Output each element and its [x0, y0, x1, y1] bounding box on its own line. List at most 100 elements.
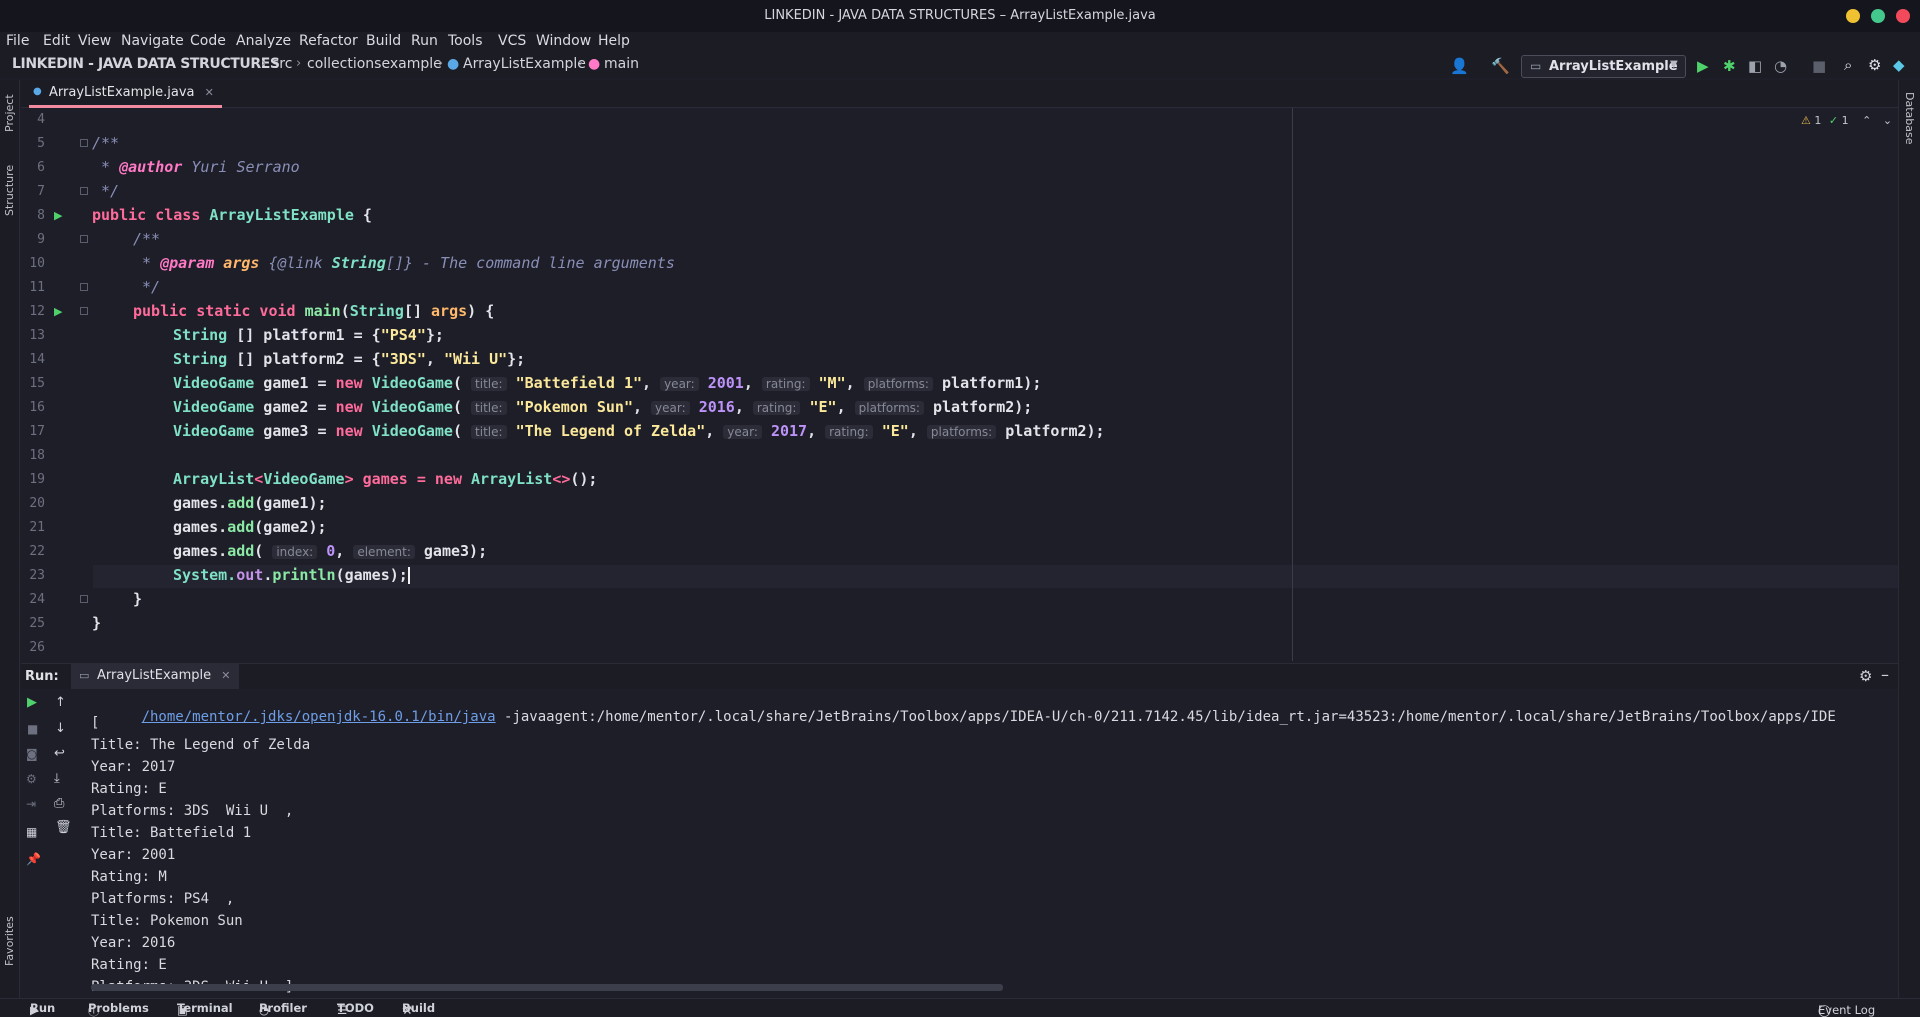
fold-marker-icon[interactable]: [80, 139, 88, 147]
code-line-20: games.add(game1);: [173, 494, 327, 512]
menu-help[interactable]: Help: [598, 33, 630, 49]
menu-file[interactable]: File: [6, 33, 29, 49]
toolbox-icon[interactable]: ◆: [1893, 57, 1905, 73]
run-tab-label: ArrayListExample: [97, 668, 212, 683]
breadcrumb-package[interactable]: collectionsexample: [307, 56, 442, 72]
line-number: 17: [29, 424, 45, 439]
menu-analyze[interactable]: Analyze: [236, 33, 291, 49]
code-line-11: */: [133, 278, 161, 296]
terminal-tool-button[interactable]: ▣ Terminal: [177, 1001, 233, 1017]
run-config-file-icon: ▭: [1530, 59, 1542, 73]
structure-tool-label[interactable]: Structure: [3, 165, 16, 216]
param-hint: year:: [651, 401, 690, 415]
line-number: 22: [29, 544, 45, 559]
code-line-6: * @author Yuri Serrano: [92, 158, 300, 176]
menu-edit[interactable]: Edit: [43, 33, 70, 49]
chevron-up-icon[interactable]: ⌃: [1862, 114, 1871, 127]
list-icon: ☰: [337, 1003, 348, 1017]
run-gutter-icon[interactable]: ▶: [54, 305, 62, 318]
coverage-icon[interactable]: ◧: [1748, 58, 1762, 74]
run-panel-body: ▶ ■ ◙ ⚙ ⇥ ▦ 📌 ↑ ↓ ↩ ⤓ ⎙ 🗑 /home/mentor/.…: [21, 689, 1898, 998]
code-line-25: }: [92, 614, 102, 632]
close-button[interactable]: [1896, 9, 1910, 23]
run-panel-header: Run: ▭ ArrayListExample ✕ ⚙ –: [21, 663, 1898, 690]
menu-run[interactable]: Run: [411, 33, 438, 49]
menu-vcs[interactable]: VCS: [498, 33, 526, 49]
command-args: -javaagent:/home/mentor/.local/share/Jet…: [495, 709, 1836, 725]
java-class-icon: ●: [33, 86, 42, 97]
build-tool-button[interactable]: ⚒ Build: [402, 1001, 435, 1017]
chevron-down-icon[interactable]: ⌄: [1883, 114, 1892, 127]
tab-label: ArrayListExample.java: [49, 85, 195, 100]
inspection-widget[interactable]: ⚠ 1 ✓ 1 ⌃ ⌄: [1801, 114, 1892, 127]
console-output[interactable]: /home/mentor/.jdks/openjdk-16.0.1/bin/ja…: [21, 689, 1898, 998]
fold-marker-icon[interactable]: [80, 235, 88, 243]
code-editor[interactable]: 4 5 6 7 8 9 10 11 12 13 14 15 16 17 18 1…: [21, 108, 1898, 661]
line-number: 6: [37, 160, 45, 175]
info-icon: ⓘ: [88, 1004, 100, 1017]
stop-icon[interactable]: ■: [1812, 58, 1826, 74]
output-line: Rating: E: [91, 957, 167, 973]
run-icon: ▶: [30, 1003, 39, 1017]
run-config-label: ArrayListExample: [1549, 59, 1678, 74]
todo-tool-button[interactable]: ☰ TODO: [337, 1001, 374, 1017]
run-tool-button[interactable]: ▶ Run: [30, 1001, 55, 1017]
fold-marker-icon[interactable]: [80, 595, 88, 603]
close-tab-icon[interactable]: ✕: [205, 86, 214, 99]
fold-marker-icon[interactable]: [80, 307, 88, 315]
code-line-9: /**: [133, 230, 161, 248]
class-icon: ●: [447, 56, 460, 72]
java-path-link[interactable]: /home/mentor/.jdks/openjdk-16.0.1/bin/ja…: [142, 709, 496, 725]
menu-view[interactable]: View: [78, 33, 111, 49]
breadcrumb-method[interactable]: main: [604, 56, 639, 72]
menu-navigate[interactable]: Navigate: [121, 33, 184, 49]
code-line-13: String [] platform1 = {"PS4"};: [173, 326, 444, 344]
tab-arraylistexample-java[interactable]: ● ArrayListExample.java ✕: [29, 80, 222, 108]
run-icon[interactable]: ▶: [1697, 58, 1709, 74]
param-hint: year:: [723, 425, 762, 439]
line-number: 5: [37, 136, 45, 151]
line-number: 16: [29, 400, 45, 415]
menu-window[interactable]: Window: [536, 33, 591, 49]
window-title: LINKEDIN - JAVA DATA STRUCTURES – ArrayL…: [764, 8, 1156, 23]
run-gutter-icon[interactable]: ▶: [54, 209, 62, 222]
code-line-16: VideoGame game2 = new VideoGame( title: …: [173, 398, 1033, 416]
run-config-icon: ▭: [79, 669, 90, 682]
fold-marker-icon[interactable]: [80, 283, 88, 291]
gear-icon[interactable]: ⚙: [1859, 667, 1872, 685]
output-line: Year: 2016: [91, 935, 176, 951]
build-hammer-icon[interactable]: 🔨: [1491, 58, 1510, 74]
favorites-tool-label[interactable]: Favorites: [3, 916, 16, 966]
breadcrumb-class[interactable]: ArrayListExample: [463, 56, 586, 72]
user-icon[interactable]: 👤: [1450, 58, 1469, 74]
horizontal-scrollbar[interactable]: [91, 984, 1003, 991]
warning-icon: ⚠: [1801, 114, 1811, 127]
run-configuration-dropdown[interactable]: ▭ ArrayListExample ▼: [1521, 55, 1686, 78]
tab-run-arraylistexample[interactable]: ▭ ArrayListExample ✕: [71, 664, 239, 690]
debug-icon[interactable]: ✱: [1723, 58, 1736, 74]
profiler-icon: ◔: [259, 1003, 270, 1017]
breadcrumb-project[interactable]: LINKEDIN - JAVA DATA STRUCTURES: [12, 56, 280, 72]
minimize-button[interactable]: [1846, 9, 1860, 23]
menu-bar: File Edit View Navigate Code Analyze Ref…: [0, 32, 1920, 54]
menu-tools[interactable]: Tools: [448, 33, 483, 49]
menu-code[interactable]: Code: [190, 33, 226, 49]
search-icon[interactable]: ⌕: [1844, 57, 1852, 73]
profile-icon[interactable]: ◔: [1774, 58, 1787, 74]
line-number: 4: [37, 112, 45, 127]
output-line: Year: 2001: [91, 847, 176, 863]
fold-marker-icon[interactable]: [80, 187, 88, 195]
menu-refactor[interactable]: Refactor: [299, 33, 358, 49]
menu-build[interactable]: Build: [366, 33, 401, 49]
gear-icon[interactable]: ⚙: [1868, 57, 1881, 73]
project-tool-label[interactable]: Project: [3, 94, 16, 132]
code-line-14: String [] platform2 = {"3DS", "Wii U"};: [173, 350, 526, 368]
breadcrumb-src[interactable]: src: [272, 56, 292, 72]
database-tool-label[interactable]: Database: [1903, 92, 1916, 145]
param-hint: rating:: [825, 425, 873, 439]
problems-tool-button[interactable]: ⓘ Problems: [88, 1001, 149, 1017]
maximize-button[interactable]: [1871, 9, 1885, 23]
minimize-panel-icon[interactable]: –: [1881, 665, 1889, 684]
close-tab-icon[interactable]: ✕: [221, 669, 230, 682]
profiler-tool-button[interactable]: ◔ Profiler: [259, 1001, 307, 1017]
